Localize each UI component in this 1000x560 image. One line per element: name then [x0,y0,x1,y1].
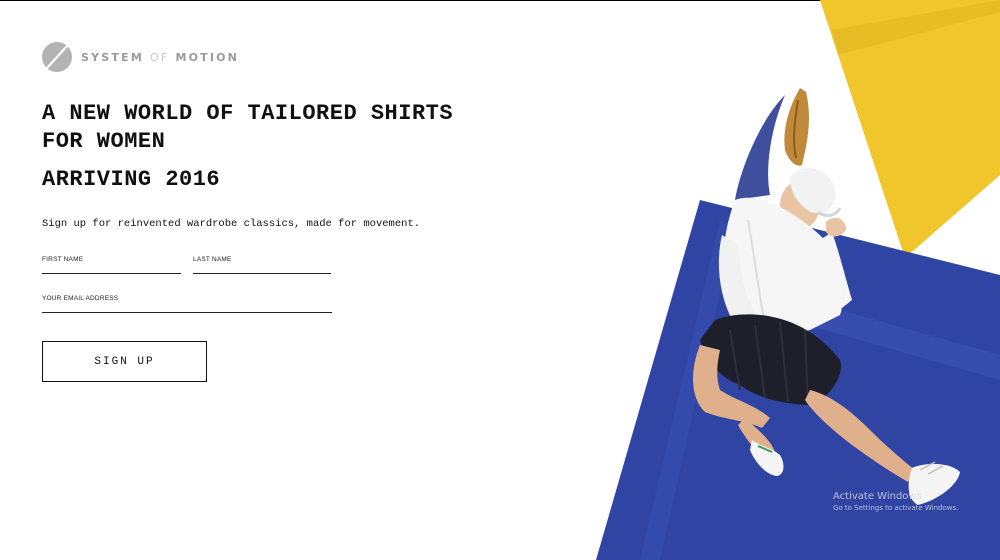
yellow-shape [820,0,1000,258]
brand-name-part1: SYSTEM [81,50,144,64]
hero-subheadline: ARRIVING 2016 [42,167,221,192]
first-name-underline [42,273,181,274]
brand-name-of: OF [150,50,170,64]
brand-name: SYSTEM OF MOTION [81,51,239,64]
sign-up-button[interactable]: SIGN UP [42,341,207,382]
last-name-field-wrapper: LAST NAME [193,256,331,274]
email-field-wrapper: YOUR EMAIL ADDRESS [42,295,332,313]
logo-mark-icon [42,42,72,72]
brand-name-part2: MOTION [175,50,240,64]
hero-headline: A NEW WORLD OF TAILORED SHIRTS FOR WOMEN [42,101,454,154]
hero-artwork [596,0,1000,560]
activation-watermark: Activate Windows Go to Settings to activ… [833,491,958,512]
email-input[interactable] [42,295,332,313]
hero-tagline: Sign up for reinvented wardrobe classics… [42,218,421,230]
activation-title: Activate Windows [833,491,922,502]
email-underline [42,312,332,313]
last-name-underline [193,273,331,274]
activation-subtitle: Go to Settings to activate Windows. [833,504,959,512]
top-border [0,0,1000,1]
first-name-field-wrapper: FIRST NAME [42,256,181,274]
last-name-input[interactable] [193,256,331,274]
first-name-input[interactable] [42,256,181,274]
model-figure [693,88,960,505]
brand-logo[interactable]: SYSTEM OF MOTION [42,42,239,72]
